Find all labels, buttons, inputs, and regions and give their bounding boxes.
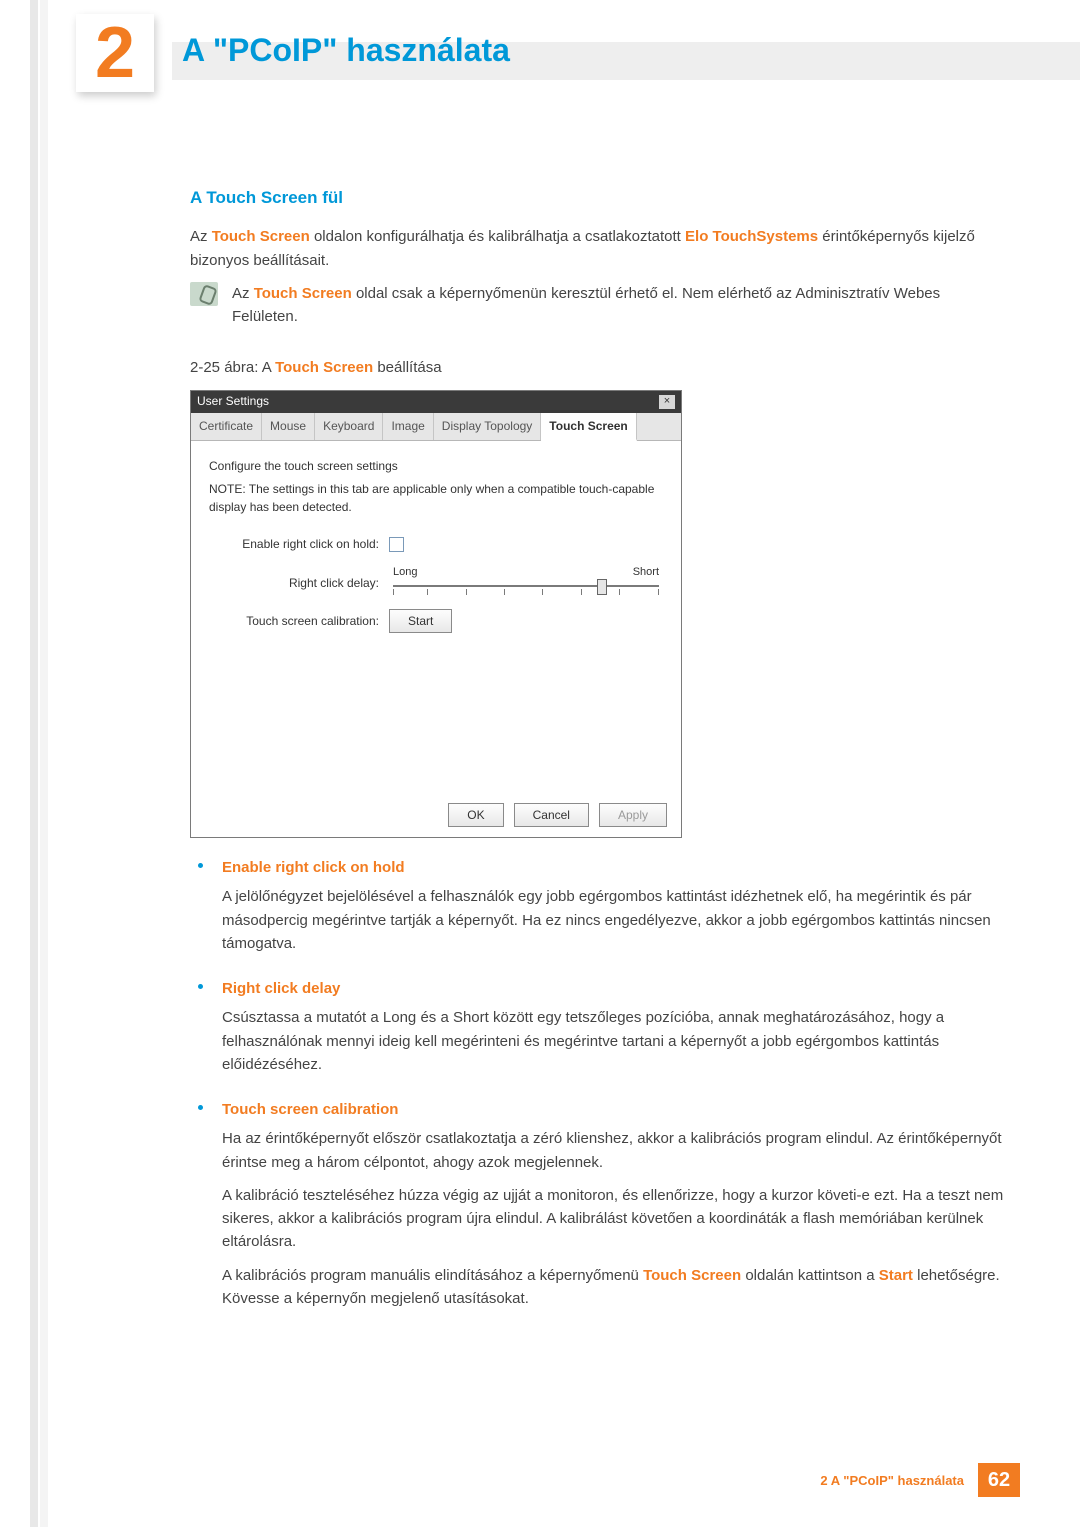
footer-label: 2 A "PCoIP" használata [820, 1473, 964, 1488]
feature-enable-right-click: Enable right click on hold A jelölőnégyz… [190, 856, 1010, 955]
decor-bar-outer [30, 0, 38, 1527]
tab-display-topology[interactable]: Display Topology [434, 413, 542, 441]
ok-button[interactable]: OK [448, 803, 503, 828]
chapter-number-box: 2 [76, 14, 154, 92]
page-footer: 2 A "PCoIP" használata 62 [820, 1463, 1020, 1497]
figure-caption: 2-25 ábra: A Touch Screen beállítása [190, 356, 1010, 379]
dialog-titlebar: User Settings × [191, 391, 681, 413]
note-text: Az Touch Screen oldal csak a képernyőmen… [232, 282, 1010, 329]
cancel-button[interactable]: Cancel [514, 803, 589, 828]
tab-image[interactable]: Image [383, 413, 433, 441]
slider-long-label: Long [393, 564, 417, 581]
touch-calibration-label: Touch screen calibration: [209, 612, 389, 631]
dialog-title: User Settings [197, 392, 269, 411]
section-heading: A Touch Screen fül [190, 185, 1010, 211]
decor-bar-inner [40, 0, 48, 1527]
dialog-body: Configure the touch screen settings NOTE… [191, 441, 681, 837]
feature-paragraph: A kalibrációs program manuális elindítás… [222, 1264, 1010, 1311]
feature-paragraph: Ha az érintőképernyőt először csatlakozt… [222, 1127, 1010, 1174]
slider-track[interactable] [389, 581, 663, 599]
chapter-title: A "PCoIP" használata [182, 32, 510, 69]
feature-paragraph: A jelölőnégyzet bejelölésével a felhaszn… [222, 885, 1010, 955]
feature-title: Right click delay [222, 977, 1010, 1000]
start-button[interactable]: Start [389, 609, 452, 634]
feature-touch-screen-calibration: Touch screen calibration Ha az érintőkép… [190, 1098, 1010, 1310]
chapter-number: 2 [95, 17, 135, 89]
right-click-delay-label: Right click delay: [209, 564, 389, 593]
dialog-tabs: Certificate Mouse Keyboard Image Display… [191, 413, 681, 442]
close-icon[interactable]: × [659, 395, 675, 409]
user-settings-dialog: User Settings × Certificate Mouse Keyboa… [190, 390, 682, 839]
feature-title: Touch screen calibration [222, 1098, 1010, 1121]
tab-keyboard[interactable]: Keyboard [315, 413, 383, 441]
intro-paragraph: Az Touch Screen oldalon konfigurálhatja … [190, 225, 1010, 272]
feature-right-click-delay: Right click delay Csúsztassa a mutatót a… [190, 977, 1010, 1076]
tab-touch-screen[interactable]: Touch Screen [541, 413, 636, 442]
dialog-body-note: NOTE: The settings in this tab are appli… [209, 480, 663, 517]
enable-right-click-checkbox[interactable] [389, 537, 404, 552]
page-number: 62 [978, 1463, 1020, 1497]
feature-paragraph: A kalibráció teszteléséhez húzza végig a… [222, 1184, 1010, 1254]
page: A "PCoIP" használata 2 A Touch Screen fü… [0, 0, 1080, 1527]
chapter-header: A "PCoIP" használata 2 [82, 22, 1080, 102]
feature-title: Enable right click on hold [222, 856, 1010, 879]
note-row: Az Touch Screen oldal csak a képernyőmen… [190, 282, 1010, 339]
tab-mouse[interactable]: Mouse [262, 413, 315, 441]
slider-short-label: Short [633, 564, 659, 581]
right-click-delay-slider[interactable]: Long Short [389, 564, 663, 599]
enable-right-click-label: Enable right click on hold: [209, 535, 389, 554]
tab-certificate[interactable]: Certificate [191, 413, 262, 441]
content: A Touch Screen fül Az Touch Screen oldal… [190, 185, 1010, 1332]
feature-paragraph: Csúsztassa a mutatót a Long és a Short k… [222, 1006, 1010, 1076]
note-icon [190, 282, 218, 306]
apply-button[interactable]: Apply [599, 803, 667, 828]
slider-thumb[interactable] [597, 579, 607, 595]
dialog-body-heading: Configure the touch screen settings [209, 457, 663, 476]
feature-list: Enable right click on hold A jelölőnégyz… [190, 856, 1010, 1310]
dialog-buttons: OK Cancel Apply [448, 803, 667, 828]
chapter-badge: 2 [76, 14, 166, 104]
